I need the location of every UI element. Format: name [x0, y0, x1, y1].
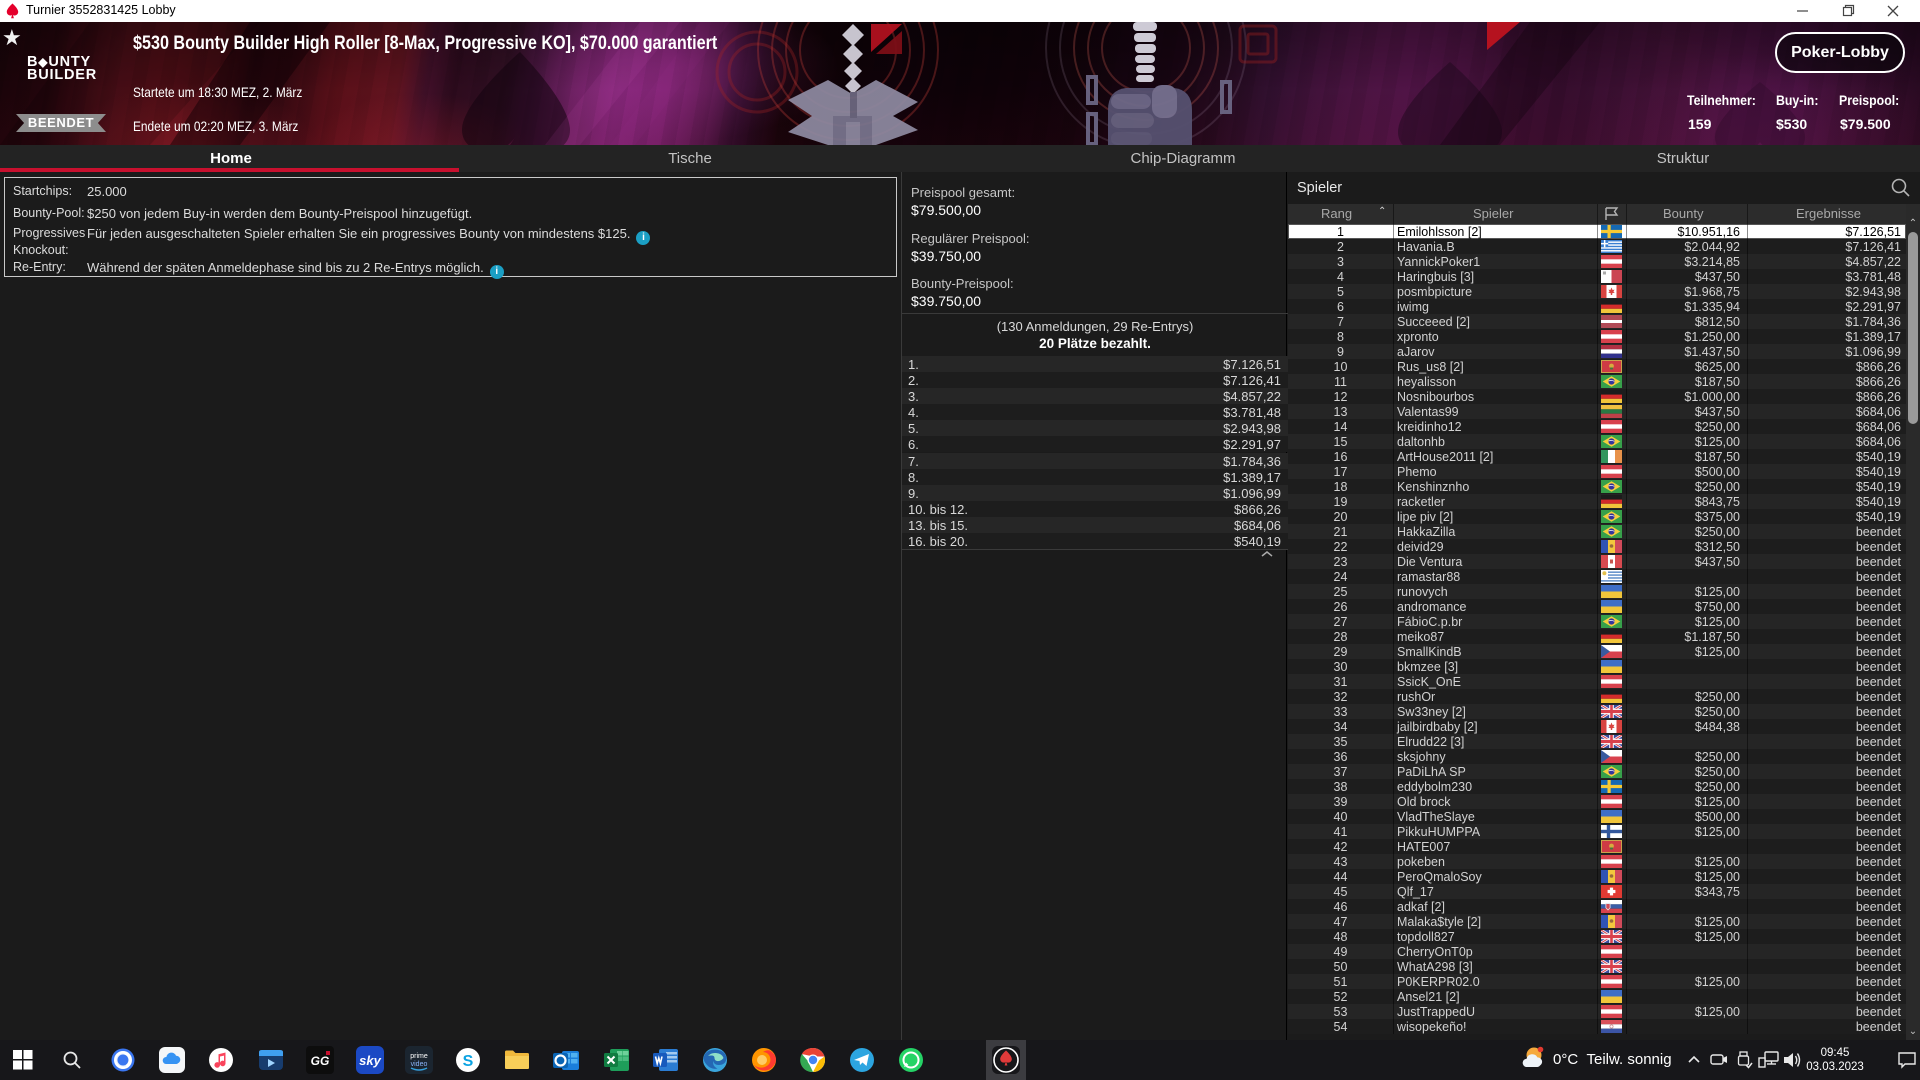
svg-text:GG: GG [311, 1054, 330, 1068]
svg-text:video: video [411, 1061, 428, 1068]
svg-text:S: S [463, 1053, 474, 1070]
svg-text:prime: prime [410, 1053, 428, 1060]
svg-text:sky: sky [359, 1053, 381, 1068]
